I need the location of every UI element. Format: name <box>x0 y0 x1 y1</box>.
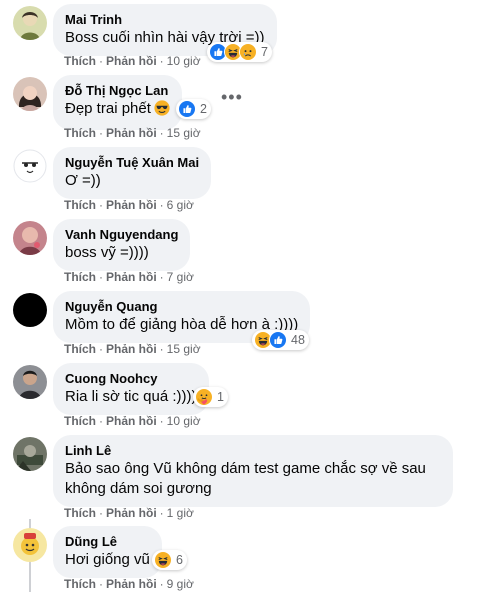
timestamp[interactable]: 6 giờ <box>167 198 194 212</box>
timestamp[interactable]: 15 giờ <box>167 342 201 356</box>
reaction-summary[interactable]: 6 <box>152 550 187 570</box>
like-link[interactable]: Thích <box>64 126 96 140</box>
comment-bubble: Cuong Noohcy Ria li sờ tic quá :)))) <box>53 363 209 415</box>
timestamp[interactable]: 1 giờ <box>167 506 194 520</box>
reply-link[interactable]: Phản hồi <box>106 126 157 140</box>
reaction-count: 1 <box>217 390 224 404</box>
reply-link[interactable]: Phản hồi <box>106 577 157 591</box>
avatar[interactable] <box>13 149 47 183</box>
comment-actions: Thích · Phản hồi · 1 giờ <box>64 506 194 520</box>
like-link[interactable]: Thích <box>64 506 96 520</box>
like-link[interactable]: Thích <box>64 270 96 284</box>
reply-link[interactable]: Phản hồi <box>106 506 157 520</box>
reply-link[interactable]: Phản hồi <box>106 198 157 212</box>
sad-icon <box>239 43 257 61</box>
comment-actions: Thích · Phản hồi · 9 giờ <box>64 577 194 591</box>
comment-text: Ơ =)) <box>65 172 101 189</box>
comment-bubble: Dũng Lê Hơi giống vũ <box>53 526 162 578</box>
like-link[interactable]: Thích <box>64 54 96 68</box>
comment-author[interactable]: Đỗ Thị Ngọc Lan <box>65 83 170 99</box>
comment-text: Đẹp trai phết <box>65 99 171 122</box>
reaction-summary[interactable]: 2 <box>176 99 211 119</box>
reply-link[interactable]: Phản hồi <box>106 342 157 356</box>
avatar[interactable] <box>13 77 47 111</box>
comment-bubble: Nguyễn Tuệ Xuân Mai Ơ =)) <box>53 147 212 199</box>
comment-author[interactable]: Linh Lê <box>65 443 441 459</box>
comment-text: Bảo sao ông Vũ không dám test game chắc … <box>65 460 426 497</box>
comment-bubble: Đỗ Thị Ngọc Lan Đẹp trai phết <box>53 75 182 130</box>
comment-text: Ria li sờ tic quá :)))) <box>65 388 197 405</box>
reply-link[interactable]: Phản hồi <box>106 54 157 68</box>
comment-text: Hơi giống vũ <box>65 551 150 568</box>
comment-actions: Thích · Phản hồi · 10 giờ <box>64 414 201 428</box>
sunglasses-emoji <box>153 99 171 122</box>
comment-text: boss vỹ =)))) <box>65 244 149 261</box>
comment-actions: Thích · Phản hồi · 10 giờ <box>64 54 201 68</box>
avatar[interactable] <box>13 365 47 399</box>
comment-author[interactable]: Mai Trinh <box>65 12 265 28</box>
avatar[interactable] <box>13 528 47 562</box>
avatar[interactable] <box>13 437 47 471</box>
timestamp[interactable]: 9 giờ <box>167 577 194 591</box>
comment-feed: Mai Trinh Boss cuối nhìn hài vậy trời =)… <box>0 0 499 592</box>
comment-author[interactable]: Cuong Noohcy <box>65 371 197 387</box>
comment-actions: Thích · Phản hồi · 6 giờ <box>64 198 194 212</box>
like-link[interactable]: Thích <box>64 577 96 591</box>
like-link[interactable]: Thích <box>64 342 96 356</box>
like-icon <box>178 100 196 118</box>
timestamp[interactable]: 15 giờ <box>167 126 201 140</box>
haha-icon <box>154 551 172 569</box>
like-link[interactable]: Thích <box>64 414 96 428</box>
comment-author[interactable]: Dũng Lê <box>65 534 150 550</box>
reaction-count: 48 <box>291 333 305 347</box>
comment-actions: Thích · Phản hồi · 15 giờ <box>64 342 201 356</box>
more-options-icon[interactable]: ••• <box>221 88 243 106</box>
care-icon <box>195 388 213 406</box>
comment-actions: Thích · Phản hồi · 7 giờ <box>64 270 194 284</box>
reaction-summary[interactable]: 7 <box>207 42 272 62</box>
comment-actions: Thích · Phản hồi · 15 giờ <box>64 126 201 140</box>
avatar[interactable] <box>13 6 47 40</box>
comment-author[interactable]: Nguyễn Tuệ Xuân Mai <box>65 155 199 171</box>
avatar[interactable] <box>13 221 47 255</box>
comment-author[interactable]: Nguyễn Quang <box>65 299 298 315</box>
avatar[interactable] <box>13 293 47 327</box>
comment-bubble: Linh Lê Bảo sao ông Vũ không dám test ga… <box>53 435 453 507</box>
like-icon <box>269 331 287 349</box>
timestamp[interactable]: 10 giờ <box>167 54 201 68</box>
comment-bubble: Vanh Nguyendang boss vỹ =)))) <box>53 219 191 271</box>
reaction-count: 2 <box>200 102 207 116</box>
reaction-summary[interactable]: 1 <box>193 387 228 407</box>
reaction-count: 6 <box>176 553 183 567</box>
timestamp[interactable]: 7 giờ <box>167 270 194 284</box>
reaction-summary[interactable]: 48 <box>252 330 309 350</box>
reaction-count: 7 <box>261 45 268 59</box>
comment-author[interactable]: Vanh Nguyendang <box>65 227 178 243</box>
like-link[interactable]: Thích <box>64 198 96 212</box>
reply-link[interactable]: Phản hồi <box>106 414 157 428</box>
reply-link[interactable]: Phản hồi <box>106 270 157 284</box>
timestamp[interactable]: 10 giờ <box>167 414 201 428</box>
